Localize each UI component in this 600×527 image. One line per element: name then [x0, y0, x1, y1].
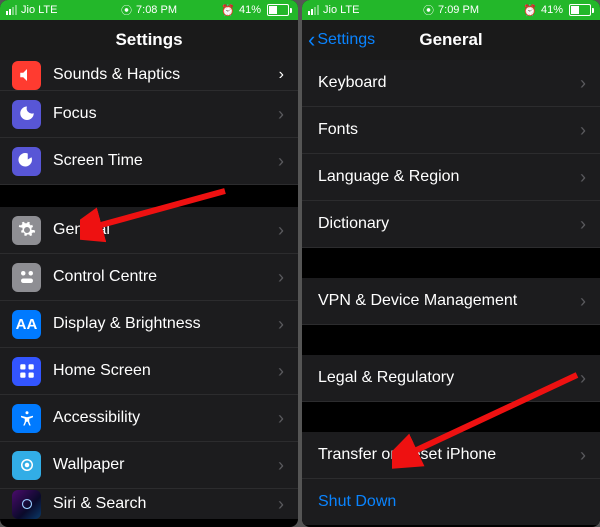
recording-icon: ⦿ [121, 2, 132, 18]
row-label: Transfer or Reset iPhone [318, 446, 580, 464]
wallpaper-icon [12, 451, 41, 480]
chevron-right-icon: › [580, 368, 586, 389]
page-title: Settings [115, 30, 182, 50]
accessibility-icon [12, 404, 41, 433]
section-divider [302, 248, 600, 278]
clock-label: 7:08 PM [136, 4, 177, 16]
battery-pct-label: 41% [541, 4, 563, 16]
cell-signal-icon [6, 5, 17, 15]
row-label: Display & Brightness [53, 315, 278, 333]
row-control-centre[interactable]: Control Centre › [0, 254, 298, 301]
row-label: Focus [53, 105, 278, 123]
row-accessibility[interactable]: Accessibility › [0, 395, 298, 442]
row-label: General [53, 221, 278, 239]
row-label: Home Screen [53, 362, 278, 380]
chevron-left-icon: ‹ [308, 29, 315, 51]
section-divider [302, 402, 600, 432]
row-fonts[interactable]: Fonts › [302, 107, 600, 154]
row-label: Language & Region [318, 168, 580, 186]
row-dictionary[interactable]: Dictionary › [302, 201, 600, 248]
nav-bar: Settings [0, 20, 298, 60]
row-sounds-haptics[interactable]: Sounds & Haptics › [0, 60, 298, 91]
chevron-right-icon: › [278, 220, 284, 241]
row-focus[interactable]: Focus › [0, 91, 298, 138]
row-display-brightness[interactable]: AA Display & Brightness › [0, 301, 298, 348]
section-divider [0, 185, 298, 207]
battery-icon [567, 4, 594, 16]
focus-icon [12, 100, 41, 129]
row-keyboard[interactable]: Keyboard › [302, 60, 600, 107]
row-label: Accessibility [53, 409, 278, 427]
row-label: Sounds & Haptics [53, 66, 180, 84]
alarm-icon: ⏰ [221, 4, 235, 17]
nav-bar: ‹ Settings General [302, 20, 600, 60]
chevron-right-icon: › [278, 408, 284, 429]
sounds-icon [12, 61, 41, 90]
status-bar: Jio LTE ⦿ 7:09 PM ⏰ 41% [302, 0, 600, 20]
back-label: Settings [317, 31, 375, 49]
row-wallpaper[interactable]: Wallpaper › [0, 442, 298, 489]
row-label: Wallpaper [53, 456, 278, 474]
siri-icon [12, 490, 41, 519]
shut-down-label: Shut Down [318, 493, 396, 511]
row-label: Dictionary [318, 215, 580, 233]
battery-pct-label: 41% [239, 4, 261, 16]
settings-list[interactable]: Sounds & Haptics › Focus › Screen Time ›… [0, 60, 298, 519]
screentime-icon [12, 147, 41, 176]
row-label: Fonts [318, 121, 580, 139]
display-icon: AA [12, 310, 41, 339]
chevron-right-icon: › [278, 267, 284, 288]
row-home-screen[interactable]: Home Screen › [0, 348, 298, 395]
cell-signal-icon [308, 5, 319, 15]
chevron-right-icon: › [278, 361, 284, 382]
chevron-right-icon: › [580, 167, 586, 188]
chevron-right-icon: › [580, 214, 586, 235]
row-shut-down[interactable]: Shut Down [302, 479, 600, 525]
row-language-region[interactable]: Language & Region › [302, 154, 600, 201]
row-label: Keyboard [318, 74, 580, 92]
row-label: Screen Time [53, 152, 278, 170]
carrier-label: Jio LTE [323, 4, 359, 16]
section-divider [302, 325, 600, 355]
row-label: Legal & Regulatory [318, 369, 580, 387]
general-screen: Jio LTE ⦿ 7:09 PM ⏰ 41% ‹ Settings Gener… [302, 0, 600, 527]
chevron-right-icon: › [580, 291, 586, 312]
carrier-label: Jio LTE [21, 4, 57, 16]
recording-icon: ⦿ [423, 2, 434, 18]
battery-icon [265, 4, 292, 16]
status-bar: Jio LTE ⦿ 7:08 PM ⏰ 41% [0, 0, 298, 20]
back-button[interactable]: ‹ Settings [308, 29, 375, 51]
home-screen-icon [12, 357, 41, 386]
row-label: VPN & Device Management [318, 292, 580, 310]
row-transfer-or-reset[interactable]: Transfer or Reset iPhone › [302, 432, 600, 479]
general-icon [12, 216, 41, 245]
row-label: Control Centre [53, 268, 278, 286]
page-title: General [419, 30, 482, 50]
chevron-right-icon: › [278, 455, 284, 476]
alarm-icon: ⏰ [523, 4, 537, 17]
chevron-right-icon: › [278, 314, 284, 335]
row-siri-search[interactable]: Siri & Search › [0, 489, 298, 519]
settings-screen: Jio LTE ⦿ 7:08 PM ⏰ 41% Settings Sounds … [0, 0, 298, 527]
chevron-right-icon: › [580, 445, 586, 466]
row-label: Siri & Search [53, 495, 278, 513]
chevron-right-icon: › [278, 151, 284, 172]
row-vpn-device-management[interactable]: VPN & Device Management › [302, 278, 600, 325]
row-screen-time[interactable]: Screen Time › [0, 138, 298, 185]
row-legal-regulatory[interactable]: Legal & Regulatory › [302, 355, 600, 402]
chevron-right-icon: › [580, 120, 586, 141]
chevron-right-icon: › [580, 73, 586, 94]
chevron-right-icon: › [278, 494, 284, 515]
clock-label: 7:09 PM [438, 4, 479, 16]
chevron-right-icon: › [279, 66, 284, 84]
chevron-right-icon: › [278, 104, 284, 125]
row-general[interactable]: General › [0, 207, 298, 254]
general-list[interactable]: Keyboard › Fonts › Language & Region › D… [302, 60, 600, 525]
control-centre-icon [12, 263, 41, 292]
